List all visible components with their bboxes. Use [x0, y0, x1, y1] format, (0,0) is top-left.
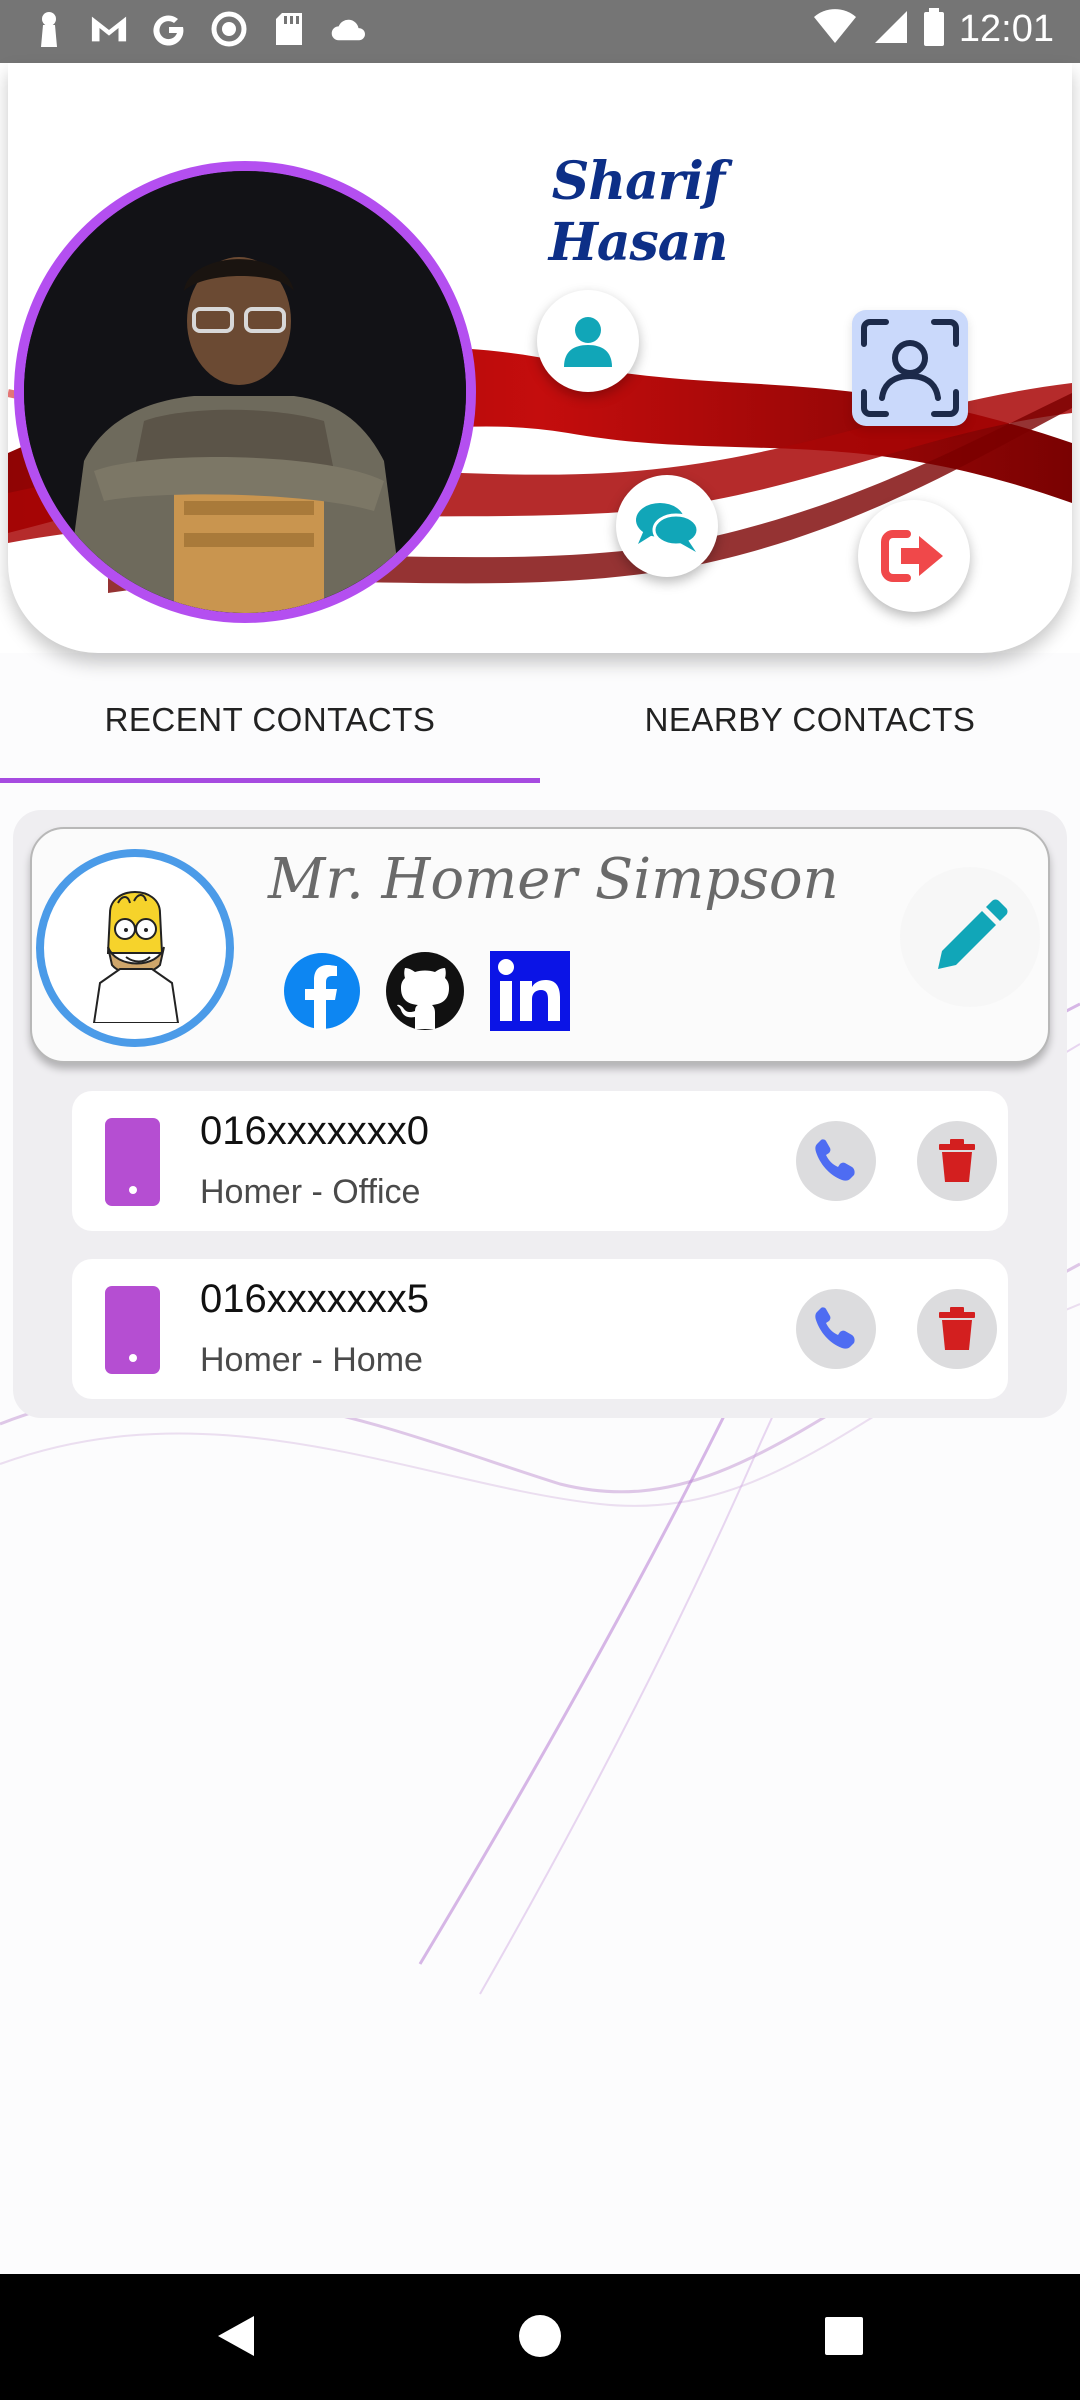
phone-row[interactable]: 016xxxxxxx5 Homer - Home: [72, 1259, 1008, 1399]
homer-avatar-image: [92, 891, 180, 1023]
trash-icon: [939, 1139, 975, 1182]
home-circle-icon: [519, 2315, 561, 2357]
contact-name: Mr. Homer Simpson: [268, 847, 839, 912]
back-triangle-icon: [218, 2316, 254, 2356]
notification-icons: [30, 10, 368, 48]
profile-header: Sharif Hasan: [0, 63, 1080, 653]
home-button[interactable]: [508, 2304, 572, 2368]
sd-card-icon: [270, 10, 308, 48]
call-button[interactable]: [796, 1121, 876, 1201]
linkedin-link[interactable]: [490, 951, 570, 1031]
system-icons: 12:01: [813, 8, 1054, 51]
phone-call-icon: [815, 1307, 855, 1349]
back-button[interactable]: [204, 2304, 268, 2368]
edit-contact-button[interactable]: [900, 867, 1040, 1007]
phone-number: 016xxxxxxx5: [200, 1277, 429, 1321]
tab-recent-contacts[interactable]: RECENT CONTACTS: [0, 680, 540, 760]
google-icon: [150, 10, 188, 48]
pencil-icon: [938, 899, 1008, 969]
battery-icon: [923, 8, 945, 51]
system-navigation-bar: [0, 2274, 1080, 2400]
clock: 12:01: [958, 8, 1054, 50]
status-bar: 12:01: [0, 0, 1080, 63]
trash-icon: [939, 1307, 975, 1350]
github-icon: [386, 952, 464, 1030]
circle-notification-icon: [210, 10, 248, 48]
gmail-icon: [90, 10, 128, 48]
contact-card[interactable]: Mr. Homer Simpson: [30, 827, 1050, 1063]
delete-number-button[interactable]: [917, 1289, 997, 1369]
wifi-icon: [813, 9, 857, 50]
github-link[interactable]: [385, 951, 465, 1031]
profile-photo-image: [24, 171, 466, 613]
person-icon: [564, 317, 612, 367]
scan-contact-button[interactable]: [852, 310, 968, 426]
recents-button[interactable]: [812, 2304, 876, 2368]
tab-indicator: [0, 778, 540, 783]
keyhole-icon: [30, 10, 68, 48]
delete-number-button[interactable]: [917, 1121, 997, 1201]
linkedin-icon: [490, 951, 570, 1031]
tab-nearby-contacts[interactable]: NEARBY CONTACTS: [540, 680, 1080, 760]
logout-button[interactable]: [858, 500, 970, 612]
user-name: Sharif Hasan: [548, 151, 729, 273]
phone-number: 016xxxxxxx0: [200, 1109, 429, 1153]
phone-row[interactable]: 016xxxxxxx0 Homer - Office: [72, 1091, 1008, 1231]
profile-button[interactable]: [537, 290, 639, 392]
logout-icon: [881, 530, 943, 582]
profile-photo[interactable]: [14, 161, 476, 623]
call-button[interactable]: [796, 1289, 876, 1369]
chat-icon: [636, 503, 700, 552]
facebook-link[interactable]: [282, 951, 362, 1031]
cloud-icon: [330, 10, 368, 48]
signal-icon: [871, 9, 909, 50]
mobile-phone-icon: [105, 1118, 160, 1206]
contact-avatar: [36, 849, 234, 1047]
mobile-phone-icon: [105, 1286, 160, 1374]
recents-square-icon: [825, 2317, 863, 2355]
contacts-tabs: RECENT CONTACTS NEARBY CONTACTS: [0, 680, 1080, 784]
qr-scan-icon: [861, 319, 959, 417]
facebook-icon: [284, 953, 360, 1030]
phone-call-icon: [815, 1139, 855, 1181]
phone-label: Homer - Office: [200, 1173, 421, 1211]
phone-label: Homer - Home: [200, 1341, 423, 1379]
chat-button[interactable]: [616, 475, 718, 577]
